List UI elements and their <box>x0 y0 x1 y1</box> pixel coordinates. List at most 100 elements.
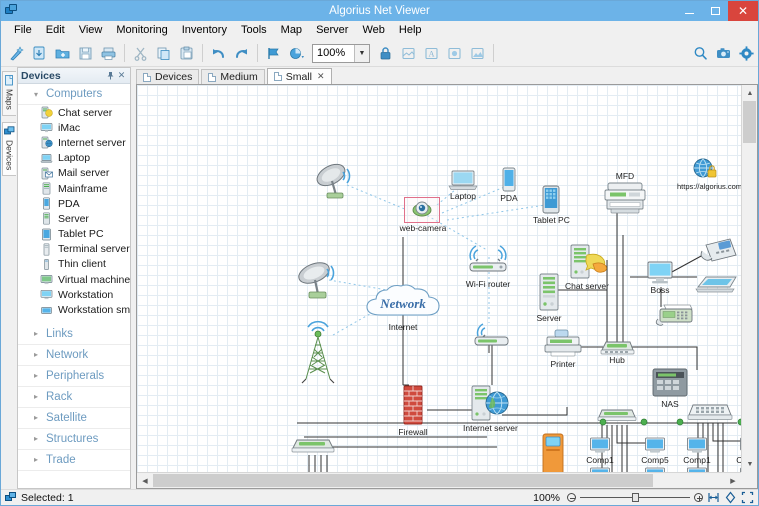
maximize-button[interactable] <box>702 1 728 21</box>
menu-map[interactable]: Map <box>274 22 309 38</box>
device-item-terminal-server[interactable]: Terminal server <box>18 242 130 257</box>
pin-icon[interactable] <box>105 70 116 81</box>
menu-monitoring[interactable]: Monitoring <box>109 22 174 38</box>
actual-size-icon[interactable] <box>741 491 754 504</box>
lock-icon[interactable] <box>375 43 396 64</box>
device-item-internet-server[interactable]: Internet server <box>18 135 130 150</box>
tab-close-icon[interactable]: ✕ <box>317 71 325 82</box>
search-icon[interactable] <box>690 43 711 64</box>
flag-icon[interactable] <box>263 43 284 64</box>
vertical-tab-devices[interactable]: Devices <box>2 121 16 177</box>
map-node-hub[interactable]: Hub <box>597 339 637 365</box>
map-node-fax[interactable] <box>651 299 701 329</box>
device-item-virtual-machine[interactable]: Virtual machine <box>18 272 130 287</box>
chevron-down-icon[interactable]: ▼ <box>354 44 369 62</box>
menu-inventory[interactable]: Inventory <box>175 22 234 38</box>
zoom-out-icon[interactable] <box>567 493 576 502</box>
paste-icon[interactable] <box>176 43 197 64</box>
device-group-links[interactable]: ▸ Links <box>18 324 130 345</box>
map-node-pda[interactable]: PDA <box>495 167 523 203</box>
devices-list[interactable]: ▾ Computers Chat server iMac Internet se… <box>18 84 130 488</box>
map-node-laptop[interactable]: Laptop <box>445 169 481 201</box>
device-group-structures[interactable]: ▸ Structures <box>18 429 130 450</box>
menu-tools[interactable]: Tools <box>234 22 274 38</box>
fit-page-icon[interactable] <box>398 43 419 64</box>
vertical-tab-maps[interactable]: Maps <box>2 71 16 116</box>
map-node-chat-server[interactable]: Chat server <box>561 243 613 291</box>
map-node-radio-tower[interactable] <box>295 317 343 385</box>
map-node-satellite-dish-left[interactable] <box>295 260 343 302</box>
menu-server[interactable]: Server <box>309 22 355 38</box>
map-node-terminal-cash[interactable]: Terminal Cash in <box>523 433 583 472</box>
tab-medium[interactable]: Medium <box>201 69 265 84</box>
scroll-left-icon[interactable]: ◀ <box>137 473 153 488</box>
device-item-mail-server[interactable]: Mail server <box>18 166 130 181</box>
device-item-tablet-pc[interactable]: Tablet PC <box>18 227 130 242</box>
map-node-web-camera[interactable] <box>404 197 440 223</box>
map-node-comp1-g2[interactable]: Comp1 <box>682 437 712 465</box>
horizontal-scrollbar[interactable]: ◀ ▶ <box>137 472 741 488</box>
map-node-comp1-g1[interactable]: Comp1 <box>585 437 615 465</box>
device-group-trade[interactable]: ▸ Trade <box>18 450 130 471</box>
map-node-wifi-router-top[interactable]: Wi-Fi router <box>461 243 515 289</box>
vertical-scroll-thumb[interactable] <box>743 101 756 143</box>
device-group-computers[interactable]: ▾ Computers <box>18 84 130 105</box>
fit-width-icon[interactable] <box>707 491 720 504</box>
fit-page-icon[interactable] <box>724 491 737 504</box>
scroll-down-icon[interactable]: ▼ <box>742 456 757 472</box>
zoom-slider[interactable] <box>580 493 690 502</box>
new-map-wizard-icon[interactable] <box>6 43 27 64</box>
map-node-switch-left[interactable] <box>289 437 337 453</box>
settings-gear-icon[interactable] <box>736 43 757 64</box>
menu-file[interactable]: File <box>7 22 39 38</box>
copy-icon[interactable] <box>153 43 174 64</box>
undo-icon[interactable] <box>208 43 229 64</box>
new-folder-icon[interactable] <box>52 43 73 64</box>
device-item-mainframe[interactable]: Mainframe <box>18 181 130 196</box>
save-icon[interactable] <box>75 43 96 64</box>
map-node-https-algorius[interactable]: https://algorius.com <box>677 157 741 191</box>
map-node-comp5-g1[interactable]: Comp5 <box>640 437 670 465</box>
close-button[interactable]: ✕ <box>728 1 758 21</box>
background-icon[interactable] <box>467 43 488 64</box>
palette-icon[interactable] <box>286 43 307 64</box>
map-node-boss[interactable]: Boss <box>643 261 677 295</box>
menu-help[interactable]: Help <box>392 22 429 38</box>
horizontal-scroll-thumb[interactable] <box>153 474 653 487</box>
scroll-up-icon[interactable]: ▲ <box>742 85 757 101</box>
text-icon[interactable]: A <box>421 43 442 64</box>
network-map-canvas[interactable]: web-camera Laptop PDA Tablet PC MFD http… <box>137 85 741 472</box>
map-node-satellite-dish-top[interactable] <box>313 161 361 201</box>
device-item-workstation-small[interactable]: Workstation small <box>18 302 130 317</box>
device-item-laptop[interactable]: Laptop <box>18 151 130 166</box>
map-node-tablet-pc[interactable]: Tablet PC <box>533 185 570 225</box>
cut-icon[interactable] <box>130 43 151 64</box>
minimize-button[interactable] <box>676 1 702 21</box>
device-item-workstation[interactable]: Workstation <box>18 287 130 302</box>
screenshot-icon[interactable] <box>713 43 734 64</box>
menu-web[interactable]: Web <box>355 22 391 38</box>
device-group-network[interactable]: ▸ Network <box>18 345 130 366</box>
map-node-printer[interactable]: Printer <box>541 329 585 369</box>
open-map-icon[interactable] <box>29 43 50 64</box>
device-item-chat-server[interactable]: Chat server <box>18 105 130 120</box>
scroll-right-icon[interactable]: ▶ <box>725 473 741 488</box>
zoom-slider-thumb[interactable] <box>632 493 639 502</box>
tab-small[interactable]: Small ✕ <box>266 68 332 84</box>
print-icon[interactable] <box>98 43 119 64</box>
device-item-imac[interactable]: iMac <box>18 120 130 135</box>
zoom-combobox[interactable]: 100% ▼ <box>312 43 370 63</box>
device-group-peripherals[interactable]: ▸ Peripherals <box>18 366 130 387</box>
map-node-server[interactable]: Server <box>531 273 567 323</box>
device-group-rack[interactable]: ▸ Rack <box>18 387 130 408</box>
device-item-pda[interactable]: PDA <box>18 196 130 211</box>
tab-devices[interactable]: Devices <box>136 69 200 84</box>
close-icon[interactable]: ✕ <box>116 70 127 81</box>
menu-view[interactable]: View <box>72 22 110 38</box>
map-node-ip-phone[interactable] <box>697 237 741 265</box>
map-node-wifi-router-mid[interactable] <box>467 323 515 349</box>
image-icon[interactable] <box>444 43 465 64</box>
map-node-scanner[interactable] <box>693 273 741 295</box>
redo-icon[interactable] <box>231 43 252 64</box>
device-item-server[interactable]: Server <box>18 211 130 226</box>
